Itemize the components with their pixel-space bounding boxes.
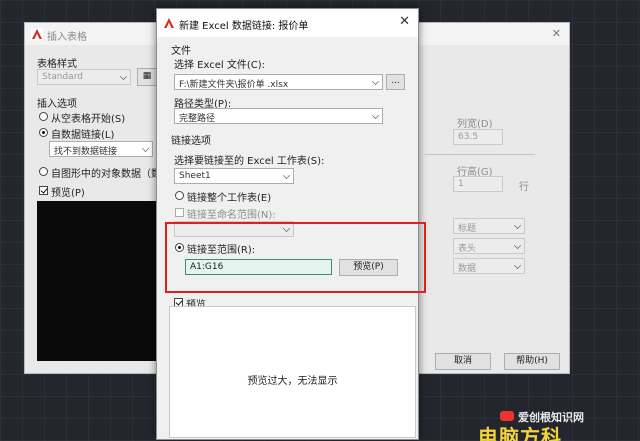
row-height-value: 1 — [458, 179, 464, 189]
row-unit-label: 行 — [519, 182, 529, 193]
new-link-close-button[interactable]: ✕ — [399, 14, 410, 29]
link-options-label: 链接选项 — [171, 136, 211, 147]
data-link-label: 自数据链接(L) — [51, 130, 115, 141]
insert-options-label: 插入选项 — [37, 99, 77, 110]
insert-table-title: 插入表格 — [47, 32, 87, 43]
col-width-value: 63.5 — [458, 132, 479, 142]
col-width-input[interactable]: 63.5 — [453, 129, 503, 145]
drawing-data-label: 自图形中的对象数据（数 — [51, 169, 161, 180]
cancel-button[interactable]: 取消 — [435, 353, 491, 370]
preview-message: 预览过大，无法显示 — [247, 376, 338, 387]
range-highlight-annotation — [165, 222, 426, 293]
separator — [425, 154, 535, 155]
autocad-logo-icon — [31, 28, 43, 40]
data-link-radio[interactable] — [39, 128, 48, 137]
sheet-select-label: 选择要链接至的 Excel 工作表(S): — [174, 156, 325, 167]
other-rows-style-value: 数据 — [458, 264, 477, 274]
insert-table-close-button[interactable]: ✕ — [552, 27, 561, 40]
data-link-combo[interactable]: 找不到数据链接 — [49, 141, 153, 157]
table-style-label: 表格样式 — [37, 59, 77, 70]
link-named-range-radio[interactable] — [175, 208, 184, 217]
select-file-label: 选择 Excel 文件(C): — [174, 60, 266, 71]
autocad-logo-icon — [163, 17, 175, 29]
browse-button[interactable]: ... — [386, 74, 405, 90]
link-preview-pane: 预览过大，无法显示 — [169, 306, 416, 438]
start-empty-label: 从空表格开始(S) — [51, 114, 126, 125]
table-style-launcher-button[interactable]: ▦ — [137, 68, 157, 86]
file-path-combo[interactable]: F:\新建文件夹\报价单 .xlsx — [174, 74, 383, 90]
link-whole-sheet-radio[interactable] — [175, 191, 184, 200]
insert-preview-checkbox[interactable] — [39, 186, 48, 195]
data-link-combo-value: 找不到数据链接 — [54, 147, 118, 157]
new-link-titlebar: 新建 Excel 数据链接: 报价单 ✕ — [157, 9, 418, 37]
start-empty-radio[interactable] — [39, 112, 48, 121]
insert-preview-pane — [37, 201, 157, 361]
path-type-combo[interactable]: 完整路径 — [174, 108, 383, 124]
first-row-style-value: 标题 — [458, 224, 477, 234]
drawing-data-radio[interactable] — [39, 167, 48, 176]
table-style-combo[interactable]: Standard — [37, 69, 131, 85]
file-section-label: 文件 — [171, 46, 191, 57]
table-style-value: Standard — [42, 72, 83, 82]
link-named-range-label: 链接至命名范围(N): — [187, 210, 276, 221]
sheet-combo[interactable]: Sheet1 — [174, 168, 294, 184]
insert-preview-label: 预览(P) — [51, 188, 85, 199]
watermark-logo-icon — [500, 411, 514, 421]
link-whole-sheet-label: 链接整个工作表(E) — [187, 193, 272, 204]
col-width-label: 列宽(D) — [457, 119, 493, 130]
path-type-value: 完整路径 — [179, 114, 216, 124]
other-rows-style-combo[interactable]: 数据 — [453, 258, 525, 274]
first-row-style-combo[interactable]: 标题 — [453, 218, 525, 234]
row-height-input[interactable]: 1 — [453, 176, 503, 192]
new-link-title: 新建 Excel 数据链接: 报价单 — [179, 21, 309, 32]
help-button[interactable]: 帮助(H) — [504, 353, 560, 370]
file-path-value: F:\新建文件夹\报价单 .xlsx — [179, 80, 289, 90]
second-row-style-value: 表头 — [458, 244, 477, 254]
sheet-value: Sheet1 — [179, 171, 211, 181]
watermark-brand: 电脑方科 — [478, 425, 562, 441]
second-row-style-combo[interactable]: 表头 — [453, 238, 525, 254]
